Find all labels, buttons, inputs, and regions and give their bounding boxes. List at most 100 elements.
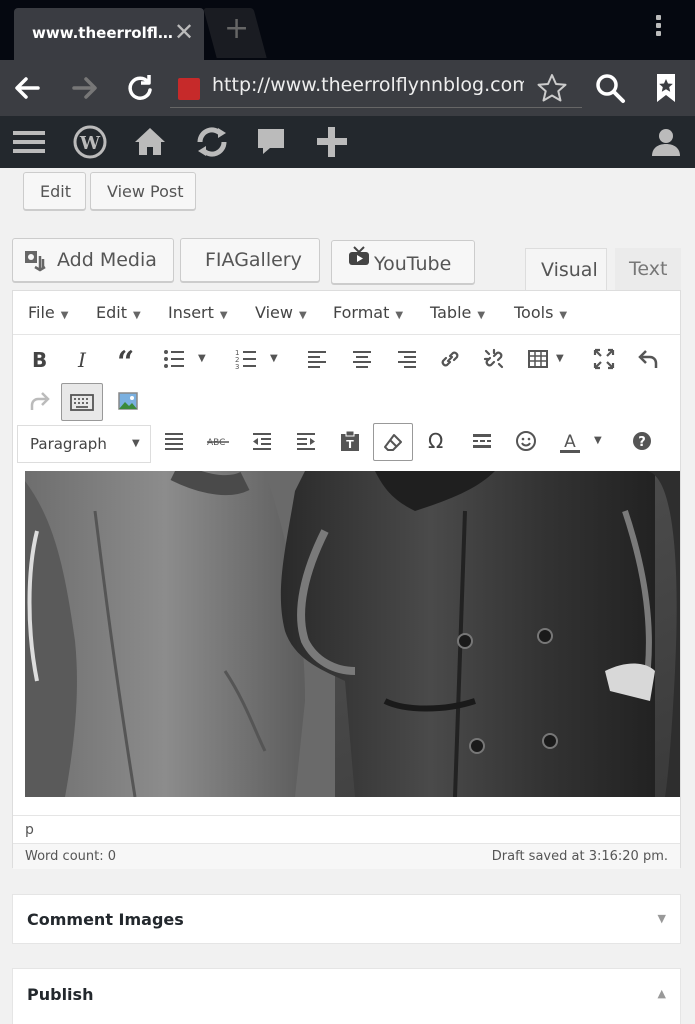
wordpress-logo-icon[interactable]: W [72, 124, 108, 160]
toggle-up-icon[interactable]: ▲ [658, 987, 666, 1000]
comment-images-box[interactable]: Comment Images ▼ [12, 894, 681, 944]
element-path[interactable]: p [25, 822, 34, 838]
bookmarks-icon[interactable] [648, 70, 684, 106]
tab-text[interactable]: Text [615, 248, 681, 292]
bullet-list-icon[interactable] [155, 341, 193, 377]
new-tab-plus-icon[interactable]: + [224, 14, 249, 44]
svg-text:ABC: ABC [207, 438, 225, 448]
menu-table[interactable]: Table ▼ [430, 303, 485, 322]
menu-view[interactable]: View ▼ [255, 303, 307, 322]
menu-format[interactable]: Format ▼ [333, 303, 403, 322]
insert-image-icon[interactable] [109, 383, 147, 419]
numbered-list-icon[interactable]: 123 [227, 341, 265, 377]
back-arrow-icon[interactable] [10, 70, 46, 106]
editor-path-bar: p [13, 815, 680, 843]
edit-button[interactable]: Edit [23, 172, 86, 210]
align-center-icon[interactable] [343, 341, 381, 377]
url-text[interactable]: http://www.theerrolflynnblog.com [212, 74, 524, 96]
indent-icon[interactable] [287, 423, 325, 459]
numbered-list-dropdown-icon[interactable]: ▼ [263, 341, 285, 377]
paste-text-icon[interactable]: T [331, 423, 369, 459]
align-right-icon[interactable] [387, 341, 425, 377]
svg-text:A: A [564, 432, 576, 452]
close-tab-icon[interactable]: ✕ [174, 18, 194, 46]
menu-edit[interactable]: Edit ▼ [96, 303, 141, 322]
caret-down-icon: ▼ [477, 310, 486, 321]
view-post-button[interactable]: View Post [90, 172, 196, 210]
editor-status-bar: Word count: 0 Draft saved at 3:16:20 pm. [13, 843, 680, 869]
menu-insert-label: Insert [168, 303, 214, 322]
blockquote-icon[interactable]: “ [109, 341, 147, 380]
fullscreen-icon[interactable] [585, 341, 623, 377]
forward-arrow-icon[interactable] [66, 70, 102, 106]
draft-saved-status: Draft saved at 3:16:20 pm. [491, 849, 668, 864]
insert-link-icon[interactable] [431, 341, 469, 377]
url-bar[interactable]: http://www.theerrolflynnblog.com [170, 68, 582, 108]
user-account-icon[interactable] [648, 124, 684, 160]
publish-title: Publish [27, 985, 94, 1004]
strikethrough-icon[interactable]: ABC [199, 423, 237, 459]
tab-visual-label: Visual [541, 259, 598, 281]
youtube-tv-icon [348, 245, 370, 271]
svg-text:?: ? [638, 435, 646, 450]
align-left-icon[interactable] [299, 341, 337, 377]
menu-tools[interactable]: Tools ▼ [514, 303, 567, 322]
svg-text:3: 3 [235, 363, 239, 370]
word-count: Word count: 0 [25, 849, 117, 864]
menu-tools-label: Tools [514, 303, 554, 322]
format-select-value: Paragraph [30, 435, 107, 453]
toggle-down-icon[interactable]: ▼ [658, 912, 666, 925]
youtube-button[interactable]: YouTube [331, 240, 475, 284]
screen: www.theerrolfl… ✕ + http://www.theerrolf… [0, 0, 695, 1024]
undo-icon[interactable] [629, 341, 667, 377]
help-icon[interactable]: ? [623, 423, 661, 459]
menu-hamburger-icon[interactable] [12, 124, 48, 160]
menu-file-label: File [28, 303, 55, 322]
bullet-list-dropdown-icon[interactable]: ▼ [191, 341, 213, 377]
tab-visual[interactable]: Visual [525, 248, 607, 292]
bold-icon[interactable]: B [21, 341, 59, 377]
add-media-button[interactable]: Add Media [12, 238, 174, 282]
browser-tab[interactable]: www.theerrolfl… ✕ [14, 8, 204, 60]
svg-text:T: T [346, 438, 354, 451]
post-content-image[interactable] [25, 471, 680, 797]
italic-icon[interactable]: I [65, 341, 103, 377]
menu-insert[interactable]: Insert ▼ [168, 303, 228, 322]
fiagallery-label: FIAGallery [205, 249, 302, 271]
comments-icon[interactable] [254, 124, 290, 160]
outdent-icon[interactable] [243, 423, 281, 459]
emoticons-icon[interactable] [507, 423, 545, 459]
format-select[interactable]: Paragraph ▼ [17, 425, 151, 463]
text-color-dropdown-icon[interactable]: ▼ [589, 423, 611, 459]
reload-icon[interactable] [122, 70, 158, 106]
tinymce-editor: File ▼ Edit ▼ Insert ▼ View ▼ Format ▼ Table ▼… [12, 290, 681, 869]
editor-menubar: File ▼ Edit ▼ Insert ▼ View ▼ Format ▼ Table ▼… [13, 291, 680, 335]
special-character-icon[interactable]: Ω [419, 423, 457, 459]
menu-edit-label: Edit [96, 303, 127, 322]
bookmark-star-icon[interactable] [534, 70, 570, 106]
add-media-icon [23, 248, 49, 278]
browser-tab-strip: www.theerrolfl… ✕ + [0, 0, 695, 60]
unlink-icon[interactable] [475, 341, 513, 377]
add-new-plus-icon[interactable] [314, 124, 350, 160]
overflow-menu-icon[interactable] [650, 12, 666, 42]
justify-icon[interactable] [155, 423, 193, 459]
clear-formatting-icon[interactable] [373, 423, 413, 461]
fiagallery-button[interactable]: FIAGallery [180, 238, 320, 282]
home-icon[interactable] [132, 124, 168, 160]
caret-down-icon: ▼ [219, 310, 228, 321]
table-dropdown-icon[interactable]: ▼ [551, 341, 573, 377]
add-media-label: Add Media [57, 249, 157, 271]
redo-icon[interactable] [21, 383, 59, 419]
wp-admin-bar: W [0, 116, 695, 168]
toolbar-toggle-icon[interactable] [61, 383, 103, 421]
publish-box[interactable]: Publish ▲ [12, 968, 681, 1024]
caret-down-icon: ▼ [559, 310, 568, 321]
svg-text:W: W [79, 133, 101, 154]
text-color-icon[interactable]: A [551, 423, 589, 459]
site-favicon-icon [178, 78, 200, 100]
horizontal-line-icon[interactable] [463, 423, 501, 459]
updates-icon[interactable] [192, 124, 228, 160]
menu-file[interactable]: File ▼ [28, 303, 68, 322]
search-icon[interactable] [592, 70, 628, 106]
